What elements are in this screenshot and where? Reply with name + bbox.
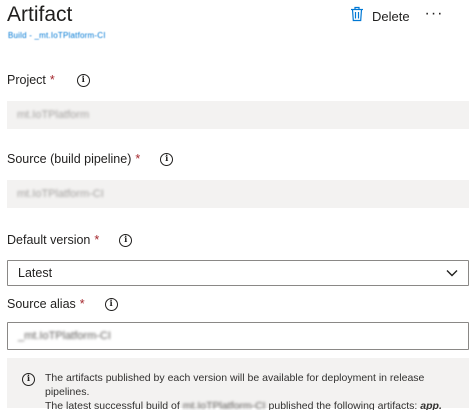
source-alias-label-row: Source alias * i [7, 297, 118, 311]
info-icon: i [22, 373, 35, 386]
source-alias-input[interactable]: _mt.IoTPlatform-CI [7, 322, 469, 350]
more-actions-button[interactable]: ··· [422, 3, 446, 25]
required-mark: * [79, 297, 85, 311]
panel-title: Artifact [7, 3, 73, 26]
trash-icon [350, 6, 364, 27]
default-version-dropdown[interactable]: Latest [7, 260, 469, 286]
info-icon[interactable]: i [76, 73, 90, 87]
info-message-text: The artifacts published by each version … [45, 371, 459, 410]
info-icon[interactable]: i [119, 233, 133, 247]
delete-button[interactable]: Delete [350, 5, 410, 27]
info-line-1: The artifacts published by each version … [45, 372, 425, 398]
project-field: mt.IoTPlatform [7, 101, 469, 129]
default-version-value: Latest [18, 266, 53, 280]
required-mark: * [49, 73, 55, 87]
source-field: mt.IoTPlatform-CI [7, 180, 469, 208]
panel-subtitle-link[interactable]: Build - _mt.IoTPlatform-CI [8, 31, 106, 40]
source-alias-value: _mt.IoTPlatform-CI [18, 330, 111, 342]
default-version-label: Default version [7, 233, 91, 247]
source-alias-label: Source alias [7, 297, 76, 311]
required-mark: * [135, 152, 141, 166]
project-label-row: Project * i [7, 73, 90, 87]
info-message-bar: i The artifacts published by each versio… [7, 358, 469, 410]
delete-label: Delete [372, 8, 410, 24]
project-label: Project [7, 73, 46, 87]
info-line-2-suffix: published the following artifacts: [268, 400, 418, 410]
project-value: mt.IoTPlatform [17, 109, 90, 121]
chevron-down-icon [446, 269, 458, 277]
source-label-row: Source (build pipeline) * i [7, 152, 174, 166]
source-label: Source (build pipeline) [7, 152, 132, 166]
info-line-2: The latest successful build of mt.IoTPla… [45, 399, 459, 410]
source-value: mt.IoTPlatform-CI [17, 188, 104, 200]
info-line-2-prefix: The latest successful build of [45, 400, 180, 410]
required-mark: * [94, 233, 100, 247]
info-icon[interactable]: i [160, 152, 174, 166]
artifact-name: app. [420, 400, 442, 410]
info-icon[interactable]: i [104, 297, 118, 311]
build-pipeline-name: mt.IoTPlatform-CI [182, 400, 266, 410]
default-version-label-row: Default version * i [7, 233, 133, 247]
